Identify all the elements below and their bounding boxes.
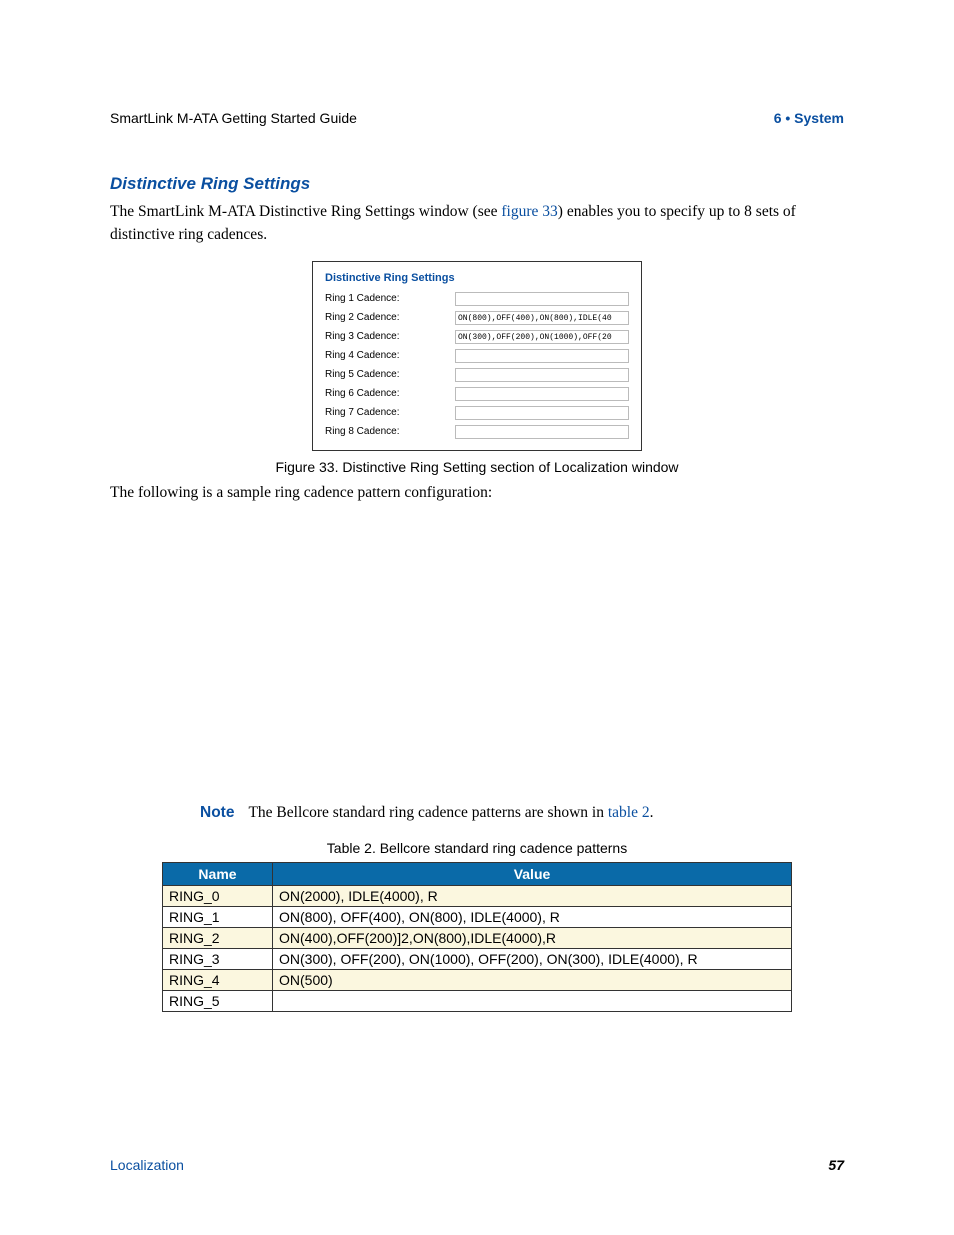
th-name: Name [163,862,273,885]
header-right: 6 • System [774,110,844,126]
cell-name: RING_2 [163,927,273,948]
cadence-input[interactable]: ON(300),OFF(200),ON(1000),OFF(20 [455,330,629,344]
cell-value: ON(800), OFF(400), ON(800), IDLE(4000), … [273,906,792,927]
header-left: SmartLink M-ATA Getting Started Guide [110,110,357,126]
table-row: RING_4ON(500) [163,969,792,990]
cadence-input[interactable] [455,425,629,439]
table-caption: Table 2. Bellcore standard ring cadence … [110,840,844,856]
cell-value [273,990,792,1011]
sample-text: The following is a sample ring cadence p… [110,481,844,504]
cadence-row: Ring 5 Cadence: [325,368,629,382]
cadence-row: Ring 1 Cadence: [325,292,629,306]
cadence-label: Ring 3 Cadence: [325,331,455,342]
table-row: RING_3ON(300), OFF(200), ON(1000), OFF(2… [163,948,792,969]
page-header: SmartLink M-ATA Getting Started Guide 6 … [110,110,844,126]
cadence-row: Ring 6 Cadence: [325,387,629,401]
note-block: Note The Bellcore standard ring cadence p… [200,804,844,822]
panel-title: Distinctive Ring Settings [325,272,629,284]
th-value: Value [273,862,792,885]
note-label: Note [200,804,234,821]
cadence-label: Ring 2 Cadence: [325,312,455,323]
cadence-label: Ring 7 Cadence: [325,407,455,418]
footer-left: Localization [110,1157,184,1173]
cadence-label: Ring 1 Cadence: [325,293,455,304]
cadence-input[interactable] [455,292,629,306]
note-text-1: The Bellcore standard ring cadence patte… [248,804,607,821]
intro-paragraph: The SmartLink M-ATA Distinctive Ring Set… [110,200,844,247]
cell-value: ON(400),OFF(200)]2,ON(800),IDLE(4000),R [273,927,792,948]
settings-panel: Distinctive Ring Settings Ring 1 Cadence… [312,261,642,451]
cadence-label: Ring 4 Cadence: [325,350,455,361]
cell-name: RING_1 [163,906,273,927]
footer-right: 57 [828,1157,844,1173]
cadence-row: Ring 4 Cadence: [325,349,629,363]
cadence-input[interactable] [455,349,629,363]
figure-link[interactable]: figure 33 [501,203,557,220]
cell-name: RING_4 [163,969,273,990]
table-row: RING_5 [163,990,792,1011]
cadence-row: Ring 3 Cadence:ON(300),OFF(200),ON(1000)… [325,330,629,344]
cadence-row: Ring 2 Cadence:ON(800),OFF(400),ON(800),… [325,311,629,325]
cell-value: ON(300), OFF(200), ON(1000), OFF(200), O… [273,948,792,969]
cadence-label: Ring 8 Cadence: [325,426,455,437]
cadence-input[interactable]: ON(800),OFF(400),ON(800),IDLE(40 [455,311,629,325]
cadence-input[interactable] [455,406,629,420]
cadence-label: Ring 5 Cadence: [325,369,455,380]
cadence-input[interactable] [455,368,629,382]
bellcore-table: Name Value RING_0ON(2000), IDLE(4000), R… [162,862,792,1012]
cell-name: RING_0 [163,885,273,906]
cell-value: ON(2000), IDLE(4000), R [273,885,792,906]
cadence-row: Ring 7 Cadence: [325,406,629,420]
table-row: RING_2ON(400),OFF(200)]2,ON(800),IDLE(40… [163,927,792,948]
table-row: RING_0ON(2000), IDLE(4000), R [163,885,792,906]
figure-wrap: Distinctive Ring Settings Ring 1 Cadence… [110,261,844,475]
table-row: RING_1ON(800), OFF(400), ON(800), IDLE(4… [163,906,792,927]
section-title: Distinctive Ring Settings [110,174,844,194]
cadence-input[interactable] [455,387,629,401]
cadence-label: Ring 6 Cadence: [325,388,455,399]
cadence-row: Ring 8 Cadence: [325,425,629,439]
cell-name: RING_3 [163,948,273,969]
intro-part1: The SmartLink M-ATA Distinctive Ring Set… [110,203,501,220]
cell-value: ON(500) [273,969,792,990]
note-text-2: . [650,804,654,821]
page-footer: Localization 57 [110,1157,844,1173]
figure-caption: Figure 33. Distinctive Ring Setting sect… [275,459,678,475]
table-link[interactable]: table 2 [608,804,650,821]
cell-name: RING_5 [163,990,273,1011]
